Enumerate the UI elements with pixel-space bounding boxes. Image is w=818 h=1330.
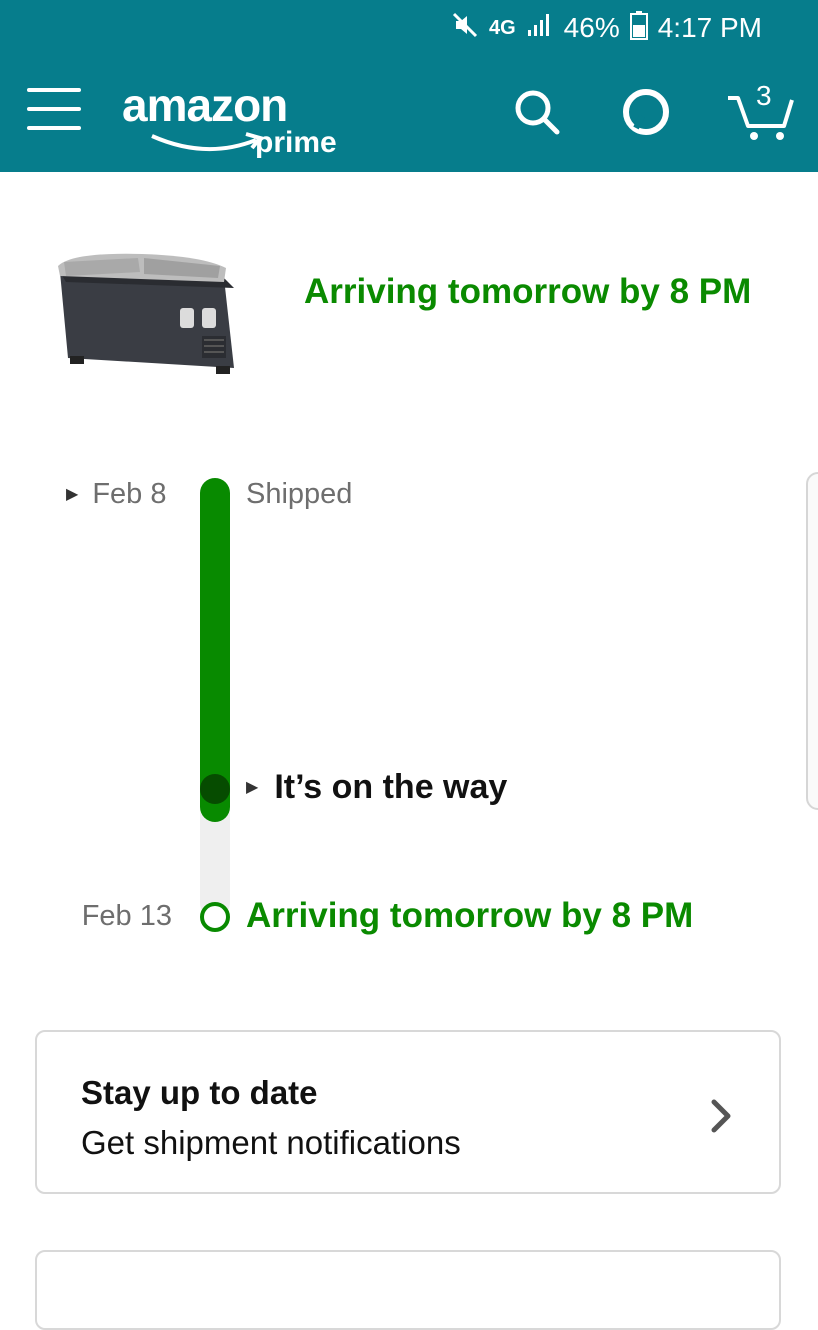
logo-text: amazon [122, 79, 288, 131]
progress-fill [200, 478, 230, 822]
status-indicators: 4G 46% 4:17 PM [451, 10, 762, 46]
notifications-subtitle: Get shipment notifications [81, 1124, 461, 1161]
logo-sub: prime [255, 126, 337, 159]
cart-count: 3 [756, 80, 772, 111]
search-icon[interactable] [511, 86, 563, 138]
scroll-indicator[interactable] [806, 472, 818, 810]
timeline-label-delivery: Arriving tomorrow by 8 PM [246, 896, 694, 935]
arrival-heading: Arriving tomorrow by 8 PM [304, 272, 752, 311]
shipment-notifications-card[interactable]: Stay up to date Get shipment notificatio… [35, 1030, 781, 1194]
chevron-right-icon [711, 1099, 731, 1133]
clock: 4:17 PM [657, 12, 762, 43]
timeline-label-shipped: Shipped [246, 478, 353, 510]
smile-arrow-icon [151, 132, 264, 152]
current-status-dot [200, 774, 230, 804]
amazon-prime-logo[interactable]: amazon prime [122, 78, 362, 164]
menu-icon[interactable] [27, 88, 81, 134]
signal-icon [526, 12, 554, 45]
mute-icon [451, 11, 479, 46]
timeline-date-text: Feb 8 [92, 478, 167, 510]
product-image[interactable] [52, 248, 238, 384]
caret-right-icon: ▶ [246, 779, 259, 796]
next-card[interactable] [35, 1250, 781, 1330]
timeline-date-shipped[interactable]: ▶ Feb 8 [66, 478, 166, 511]
timeline-current-label: It’s on the way [274, 768, 508, 806]
timeline-date-delivery: Feb 13 [81, 900, 172, 932]
cart-icon[interactable]: 3 [726, 80, 796, 140]
notifications-title: Stay up to date [81, 1074, 318, 1111]
app-header: amazon prime 3 [0, 56, 818, 172]
network-indicator: 4G [488, 16, 516, 39]
battery-percent: 46% [563, 12, 620, 43]
delivery-status-dot [200, 902, 230, 932]
alexa-icon[interactable] [620, 86, 672, 138]
timeline-current-status[interactable]: ▶ It’s on the way [246, 768, 507, 807]
status-bar: 4G 46% 4:17 PM [0, 0, 818, 56]
caret-right-icon: ▶ [66, 486, 79, 503]
battery-icon [629, 10, 648, 47]
